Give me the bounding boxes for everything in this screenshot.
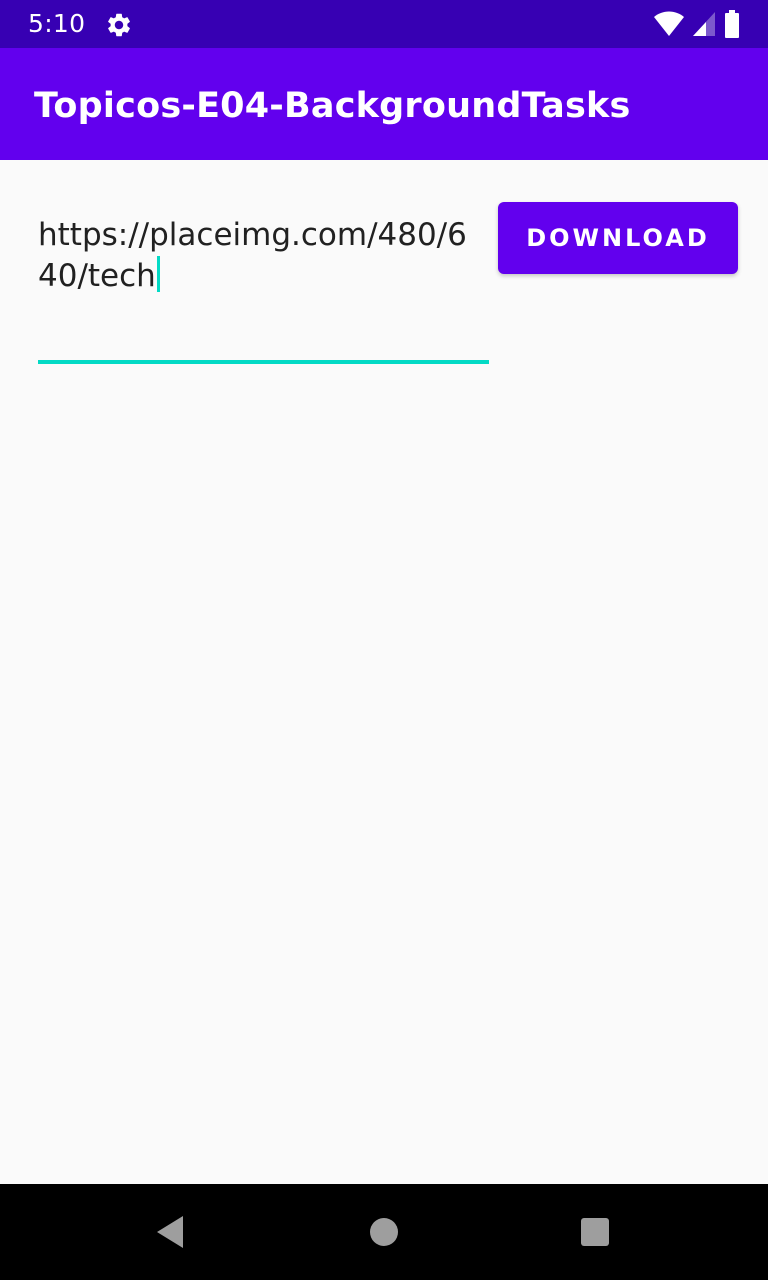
url-input-text[interactable]: https://placeimg.com/480/640/tech — [38, 215, 478, 297]
battery-icon — [724, 10, 740, 38]
status-icons — [654, 10, 740, 38]
settings-gear-icon — [105, 11, 133, 39]
back-icon[interactable] — [140, 1202, 200, 1262]
wifi-icon — [654, 11, 684, 37]
navigation-bar — [0, 1184, 768, 1280]
url-input[interactable]: https://placeimg.com/480/640/tech — [38, 215, 489, 364]
main-content: https://placeimg.com/480/640/tech DOWNLO… — [0, 160, 768, 1184]
text-cursor — [156, 256, 160, 292]
app-title: Topicos-E04-BackgroundTasks — [34, 86, 631, 126]
url-input-underline — [38, 360, 489, 364]
download-button[interactable]: DOWNLOAD — [498, 202, 738, 274]
home-icon[interactable] — [354, 1202, 414, 1262]
recents-icon[interactable] — [565, 1202, 625, 1262]
cellular-signal-icon — [692, 11, 716, 37]
app-bar: Topicos-E04-BackgroundTasks — [0, 48, 768, 160]
status-bar: 5:10 — [0, 0, 768, 48]
url-input-value: https://placeimg.com/480/640/tech — [38, 217, 467, 294]
status-time: 5:10 — [28, 9, 86, 38]
app-screen: 5:10 Topicos-E04-BackgroundTasks https:/… — [0, 0, 768, 1280]
